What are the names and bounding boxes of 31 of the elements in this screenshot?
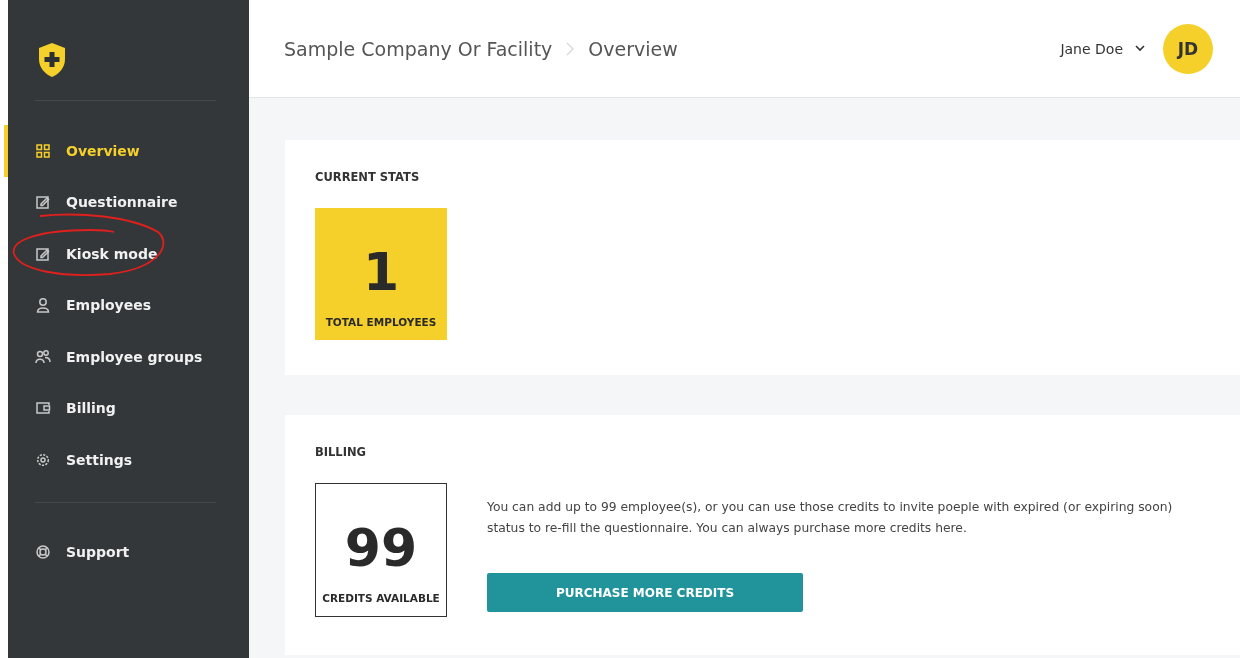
shield-logo-icon	[37, 42, 67, 78]
purchase-button[interactable]: PURCHASE MORE CREDITS	[487, 573, 803, 612]
sidebar-item[interactable]: Settings	[4, 434, 133, 486]
section-title: CURRENT STATS	[315, 170, 421, 184]
section-title: BILLING	[315, 445, 368, 459]
chevron-down-icon	[1135, 45, 1145, 52]
people-icon	[35, 348, 51, 365]
sidebar-item[interactable]: Overview	[4, 125, 140, 177]
avatar[interactable]: JD	[1163, 23, 1213, 74]
user-menu[interactable]: Jane Doe	[1060, 40, 1145, 57]
edit-icon	[35, 194, 51, 211]
sidebar-item[interactable]: Questionnaire	[4, 176, 178, 228]
breadcrumb-link[interactable]: Sample Company Or Facility	[284, 37, 553, 60]
chevron-right-icon	[566, 41, 575, 56]
edit-icon	[35, 245, 51, 262]
sidebar-item[interactable]: Kiosk mode	[4, 228, 158, 280]
stat-value: 1	[362, 242, 400, 302]
sidebar-item[interactable]: Billing	[4, 382, 116, 434]
grid-icon	[35, 142, 51, 159]
gear-icon	[35, 451, 51, 468]
lifebuoy-icon	[35, 544, 51, 561]
wallet-icon	[35, 400, 51, 417]
sidebar-item[interactable]: Employee groups	[4, 331, 203, 383]
stat-label: TOTAL EMPLOYEES	[325, 316, 437, 328]
credits-value: 99	[344, 518, 418, 578]
sidebar-item[interactable]: Support	[4, 526, 130, 578]
breadcrumb-link[interactable]: Overview	[588, 37, 678, 60]
person-icon	[35, 297, 51, 314]
credits-label: CREDITS AVAILABLE	[322, 592, 440, 604]
billing-text: You can add up to 99 employee(s), or you can use those credits to invite poeple with expired (or expiring soon) status to re-fill the questionnaire. You can always purchase more credits here.	[487, 499, 1174, 537]
sidebar-item[interactable]: Employees	[4, 279, 152, 331]
